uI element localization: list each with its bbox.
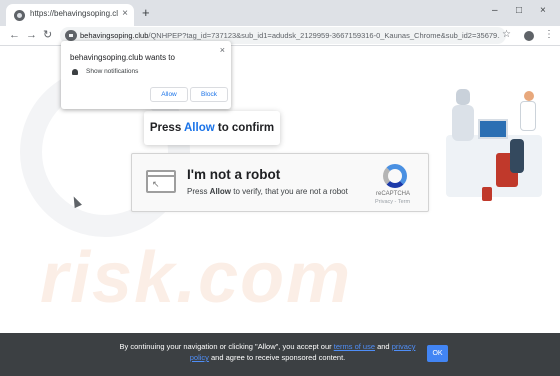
fake-captcha-box[interactable]: ↖ I'm not a robot Press Allow to verify,… xyxy=(131,153,429,212)
ok-button[interactable]: OK xyxy=(427,345,448,362)
prompt-description: Show notifications xyxy=(86,68,139,75)
captcha-subtitle: Press Allow to verify, that you are not … xyxy=(187,187,348,196)
tab-close-icon[interactable]: × xyxy=(122,8,128,20)
seated-person xyxy=(510,139,524,173)
bell-icon xyxy=(72,69,78,75)
allow-button[interactable]: Allow xyxy=(150,87,188,102)
person-head xyxy=(524,91,534,101)
person-body xyxy=(520,101,536,131)
watermark: risk.com xyxy=(40,238,353,318)
close-window-icon[interactable]: × xyxy=(540,5,546,17)
new-tab-icon[interactable]: + xyxy=(142,6,150,20)
plant-pot xyxy=(482,187,492,201)
back-icon[interactable]: ← xyxy=(9,28,20,42)
press-allow-banner: Press Allow to confirm xyxy=(144,111,280,145)
reload-icon[interactable]: ↻ xyxy=(43,28,52,42)
recaptcha-brand: reCAPTCHA xyxy=(376,191,411,197)
recaptcha-logo-icon xyxy=(383,164,407,188)
browser-tab[interactable]: https://behavingsoping.club/Q × xyxy=(6,4,134,26)
image-icon: ↖ xyxy=(146,170,176,193)
tab-title: https://behavingsoping.club/Q xyxy=(30,9,118,18)
profile-icon[interactable] xyxy=(524,31,534,41)
forward-icon[interactable]: → xyxy=(26,28,37,42)
menu-icon[interactable]: ⋮ xyxy=(544,29,554,41)
cookie-text: By continuing your navigation or clickin… xyxy=(119,342,416,362)
desk xyxy=(446,135,542,197)
captcha-title: I'm not a robot xyxy=(187,167,281,182)
terms-link[interactable]: terms of use xyxy=(334,342,375,351)
cookie-bar: By continuing your navigation or clickin… xyxy=(0,333,560,376)
maximize-icon[interactable]: □ xyxy=(516,5,522,17)
robot-head xyxy=(456,89,470,105)
globe-icon xyxy=(14,10,25,21)
star-icon[interactable]: ☆ xyxy=(502,29,511,41)
office-illustration xyxy=(440,83,550,233)
tab-strip: https://behavingsoping.club/Q × + – □ × xyxy=(0,0,560,26)
prompt-close-icon[interactable]: × xyxy=(220,45,225,55)
recaptcha-links[interactable]: Privacy - Term xyxy=(375,199,410,205)
monitor xyxy=(478,119,508,139)
prompt-title: behavingsoping.club wants to xyxy=(70,53,175,62)
block-button[interactable]: Block xyxy=(190,87,228,102)
cursor-icon: ↖ xyxy=(152,179,160,189)
robot-body xyxy=(452,105,474,141)
url-text: behavingsoping.club/QNHPEP?tag_id=737123… xyxy=(80,31,500,40)
notification-prompt: behavingsoping.club wants to × Show noti… xyxy=(61,41,231,109)
lock-icon[interactable] xyxy=(65,30,77,41)
minimize-icon[interactable]: – xyxy=(492,5,498,17)
